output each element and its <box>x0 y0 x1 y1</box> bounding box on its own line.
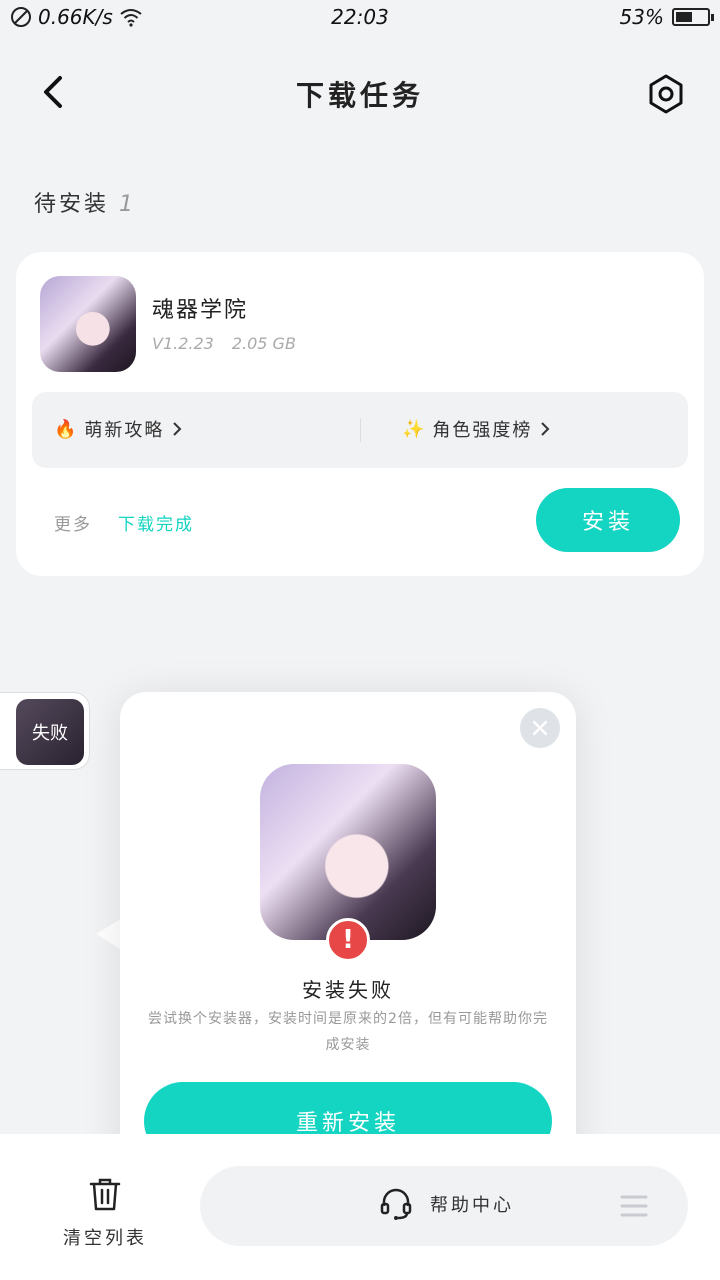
chevron-right-icon <box>173 422 182 436</box>
tier-list-link[interactable]: ✨ 角色强度榜 <box>402 416 552 442</box>
status-right: 53% <box>619 5 714 29</box>
popup-title: 安装失败 <box>302 978 394 1002</box>
more-button[interactable]: 更多 <box>54 510 92 535</box>
tier-list-link-label: 角色强度榜 <box>432 420 533 441</box>
app-name: 魂器学院 <box>152 298 249 323</box>
header: 下载任务 <box>0 60 720 126</box>
sparkle-icon: ✨ <box>402 418 427 440</box>
page-title: 下载任务 <box>295 79 424 112</box>
failed-label: 失败 <box>32 723 68 744</box>
clear-list-label: 清空列表 <box>63 1228 147 1249</box>
close-icon <box>532 720 548 736</box>
popup-app-icon <box>260 764 436 940</box>
error-icon: ! <box>326 918 370 962</box>
bottom-bar: 清空列表 帮助中心 <box>0 1134 720 1280</box>
battery-icon <box>672 8 714 26</box>
app-version: V1.2.23 <box>152 334 214 353</box>
gear-icon <box>649 74 683 114</box>
app-icon[interactable] <box>40 276 136 372</box>
menu-icon[interactable] <box>620 1194 648 1218</box>
help-center-button[interactable]: 帮助中心 <box>378 1186 514 1222</box>
links-row: 🔥 萌新攻略 ✨ 角色强度榜 <box>32 392 688 468</box>
headset-icon <box>380 1188 412 1220</box>
app-meta: V1.2.23 2.05 GB <box>152 334 296 353</box>
section-count: 1 <box>119 192 137 217</box>
popup-description: 尝试换个安装器，安装时间是原来的2倍，但有可能帮助你完成安装 <box>148 1011 548 1053</box>
help-bar: 帮助中心 <box>200 1166 688 1246</box>
fire-icon: 🔥 <box>54 418 79 440</box>
close-button[interactable] <box>520 708 560 748</box>
install-failed-popup: ! 安装失败 尝试换个安装器，安装时间是原来的2倍，但有可能帮助你完成安装 重新… <box>120 692 576 1176</box>
popup-arrow <box>96 918 122 950</box>
app-card: 魂器学院 V1.2.23 2.05 GB 🔥 萌新攻略 ✨ 角色强度榜 更多 下… <box>16 252 704 576</box>
clock: 22:03 <box>331 5 389 29</box>
guide-link[interactable]: 🔥 萌新攻略 <box>54 416 184 442</box>
section-label: 待安装 1 <box>34 186 136 218</box>
failed-thumbnail: 失败 <box>16 699 84 765</box>
divider <box>360 418 361 442</box>
download-status: 下载完成 <box>118 515 194 535</box>
battery-fill <box>676 12 692 22</box>
guide-link-label: 萌新攻略 <box>84 420 165 441</box>
failed-tab[interactable]: 失败 <box>0 692 90 770</box>
chevron-right-icon <box>541 422 550 436</box>
status-bar: 0.66K/s 22:03 53% <box>0 0 720 36</box>
section-title: 待安装 <box>34 192 110 217</box>
clear-list-button[interactable]: 清空列表 <box>60 1174 150 1250</box>
help-center-label: 帮助中心 <box>430 1195 514 1216</box>
install-button[interactable]: 安装 <box>536 488 680 552</box>
app-size: 2.05 GB <box>231 334 296 353</box>
battery-percent: 53% <box>619 5 664 29</box>
settings-button[interactable] <box>640 68 692 120</box>
trash-icon <box>89 1178 121 1211</box>
